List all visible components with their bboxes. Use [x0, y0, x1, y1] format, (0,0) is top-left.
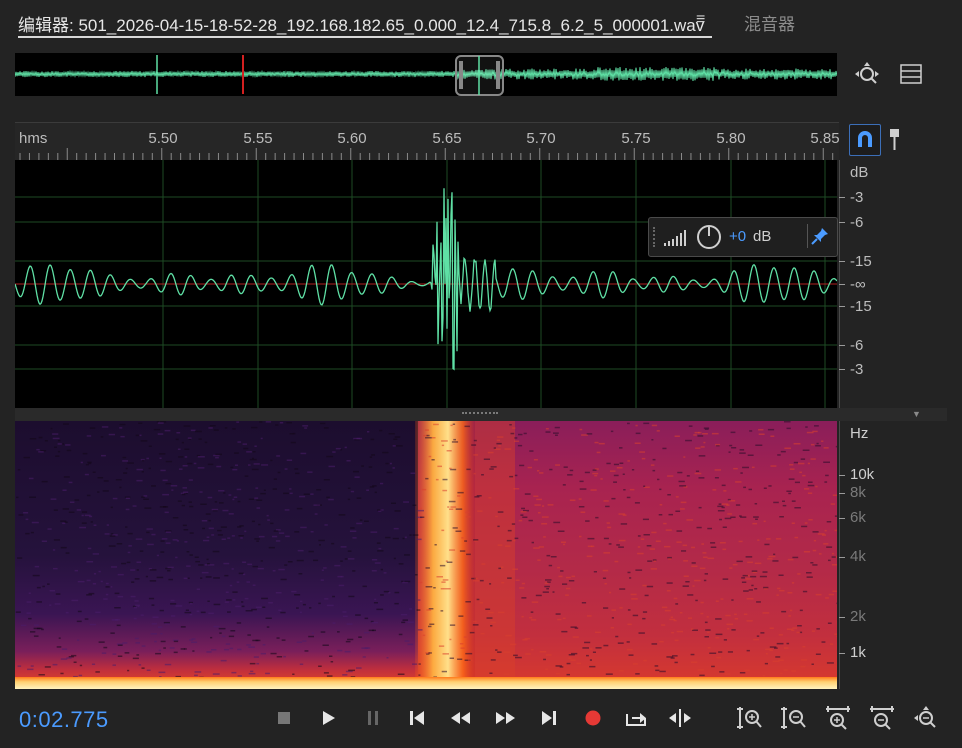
ruler-tick-label: 5.85 [810, 130, 840, 147]
gain-unit: dB [753, 228, 772, 245]
panel-divider[interactable]: ▼ [15, 408, 947, 421]
db-scale-label: -3 [850, 361, 864, 378]
loop-playback-button[interactable] [622, 704, 650, 732]
overview-view-handle[interactable] [455, 55, 504, 96]
collapse-arrow-icon[interactable]: ▼ [912, 409, 921, 419]
play-icon [323, 711, 335, 725]
hz-scale-label: 1k [850, 644, 866, 661]
divider-grip[interactable] [462, 412, 498, 419]
time-ruler[interactable]: hms 5.50 5.55 5.60 5.65 5.70 5.75 5.80 5… [15, 122, 840, 160]
spectrogram-graphic [15, 421, 837, 689]
waveform-display[interactable] [15, 160, 837, 408]
hz-scale-label: 6k [850, 509, 866, 526]
zoom-full-icon [914, 706, 936, 728]
ruler-tick-label: 5.50 [148, 130, 178, 147]
db-scale-label: -15 [850, 253, 872, 270]
frequency-scale[interactable]: Hz 10k 8k 6k 4k 2k 1k [839, 421, 948, 689]
zoom-out-amplitude-button[interactable] [780, 704, 808, 732]
pause-icon [368, 711, 378, 725]
db-scale-label: -15 [850, 298, 872, 315]
zoom-in-time-button[interactable] [824, 704, 852, 732]
ruler-ticks [19, 148, 834, 160]
zoom-in-amplitude-icon [737, 707, 762, 729]
tab-mixer[interactable]: 混音器 [744, 10, 795, 35]
zoom-in-amplitude-button[interactable] [736, 704, 764, 732]
record-button[interactable] [579, 704, 607, 732]
record-icon [585, 710, 601, 726]
rewind-button[interactable] [447, 704, 475, 732]
gain-value[interactable]: +0 [729, 228, 746, 245]
hz-scale-label: 2k [850, 608, 866, 625]
zoom-out-time-icon [870, 706, 894, 730]
ruler-tick-label: 5.55 [243, 130, 273, 147]
stop-button[interactable] [270, 704, 298, 732]
go-to-start-button[interactable] [403, 704, 431, 732]
marker-icon[interactable] [887, 126, 903, 154]
db-scale-label: -6 [850, 337, 864, 354]
go-to-end-button[interactable] [535, 704, 563, 732]
ruler-tick-label: 5.70 [526, 130, 556, 147]
play-button[interactable] [314, 704, 342, 732]
tab-editor[interactable]: 编辑器: 501_2026-04-15-18-52-28_192.168.182… [18, 8, 712, 38]
ruler-tick-label: 5.75 [621, 130, 651, 147]
hud-volume-control: +0 dB [648, 217, 838, 257]
stop-icon [278, 712, 290, 724]
hz-scale-label: 4k [850, 548, 866, 565]
ruler-tick-label: 5.65 [432, 130, 462, 147]
snap-magnet-icon[interactable] [849, 124, 881, 156]
hz-unit-label: Hz [850, 425, 869, 442]
view-list-icon[interactable] [898, 62, 924, 86]
overview-waveform[interactable] [15, 53, 837, 96]
spectral-display[interactable] [15, 421, 837, 689]
zoom-full-button[interactable] [912, 704, 940, 732]
level-meter-icon [664, 230, 686, 246]
panel-menu-icon[interactable]: ≡ [696, 11, 705, 29]
hz-scale-label: 10k [850, 466, 875, 483]
amplitude-scale[interactable]: dB -3 -6 -15 -∞ -15 -6 -3 [839, 160, 948, 408]
volume-knob-icon[interactable] [695, 223, 723, 251]
ruler-tick-label: 5.60 [337, 130, 367, 147]
db-scale-label: -3 [850, 189, 864, 206]
tab-editor-label: 编辑器: 501_2026-04-15-18-52-28_192.168.182… [18, 16, 705, 35]
waveform-graphic [15, 160, 837, 408]
go-to-start-icon [410, 711, 424, 725]
db-scale-label: -6 [850, 214, 864, 231]
loop-icon [626, 713, 646, 726]
zoom-to-selection-icon[interactable] [852, 60, 882, 90]
fast-forward-button[interactable] [491, 704, 519, 732]
zoom-in-time-icon [826, 706, 850, 730]
waveform-trace [15, 188, 837, 371]
go-to-end-icon [542, 711, 556, 725]
zoom-out-amplitude-icon [781, 707, 806, 729]
current-time-display[interactable]: 0:02.775 [19, 707, 109, 733]
db-scale-label: -∞ [850, 276, 866, 293]
rewind-icon [451, 712, 470, 724]
ruler-tick-label: 5.80 [716, 130, 746, 147]
pause-button[interactable] [359, 704, 387, 732]
skip-selection-icon [669, 709, 691, 727]
hud-grip[interactable] [653, 227, 659, 247]
overview-waveform-graphic [15, 55, 837, 96]
zoom-out-time-button[interactable] [868, 704, 896, 732]
hz-scale-label: 8k [850, 484, 866, 501]
db-unit-label: dB [850, 164, 869, 181]
fast-forward-icon [496, 712, 515, 724]
pin-icon[interactable] [807, 224, 832, 248]
tab-bar: 编辑器: 501_2026-04-15-18-52-28_192.168.182… [0, 0, 962, 44]
ruler-unit-label: hms [19, 130, 48, 147]
skip-selection-button[interactable] [666, 704, 694, 732]
